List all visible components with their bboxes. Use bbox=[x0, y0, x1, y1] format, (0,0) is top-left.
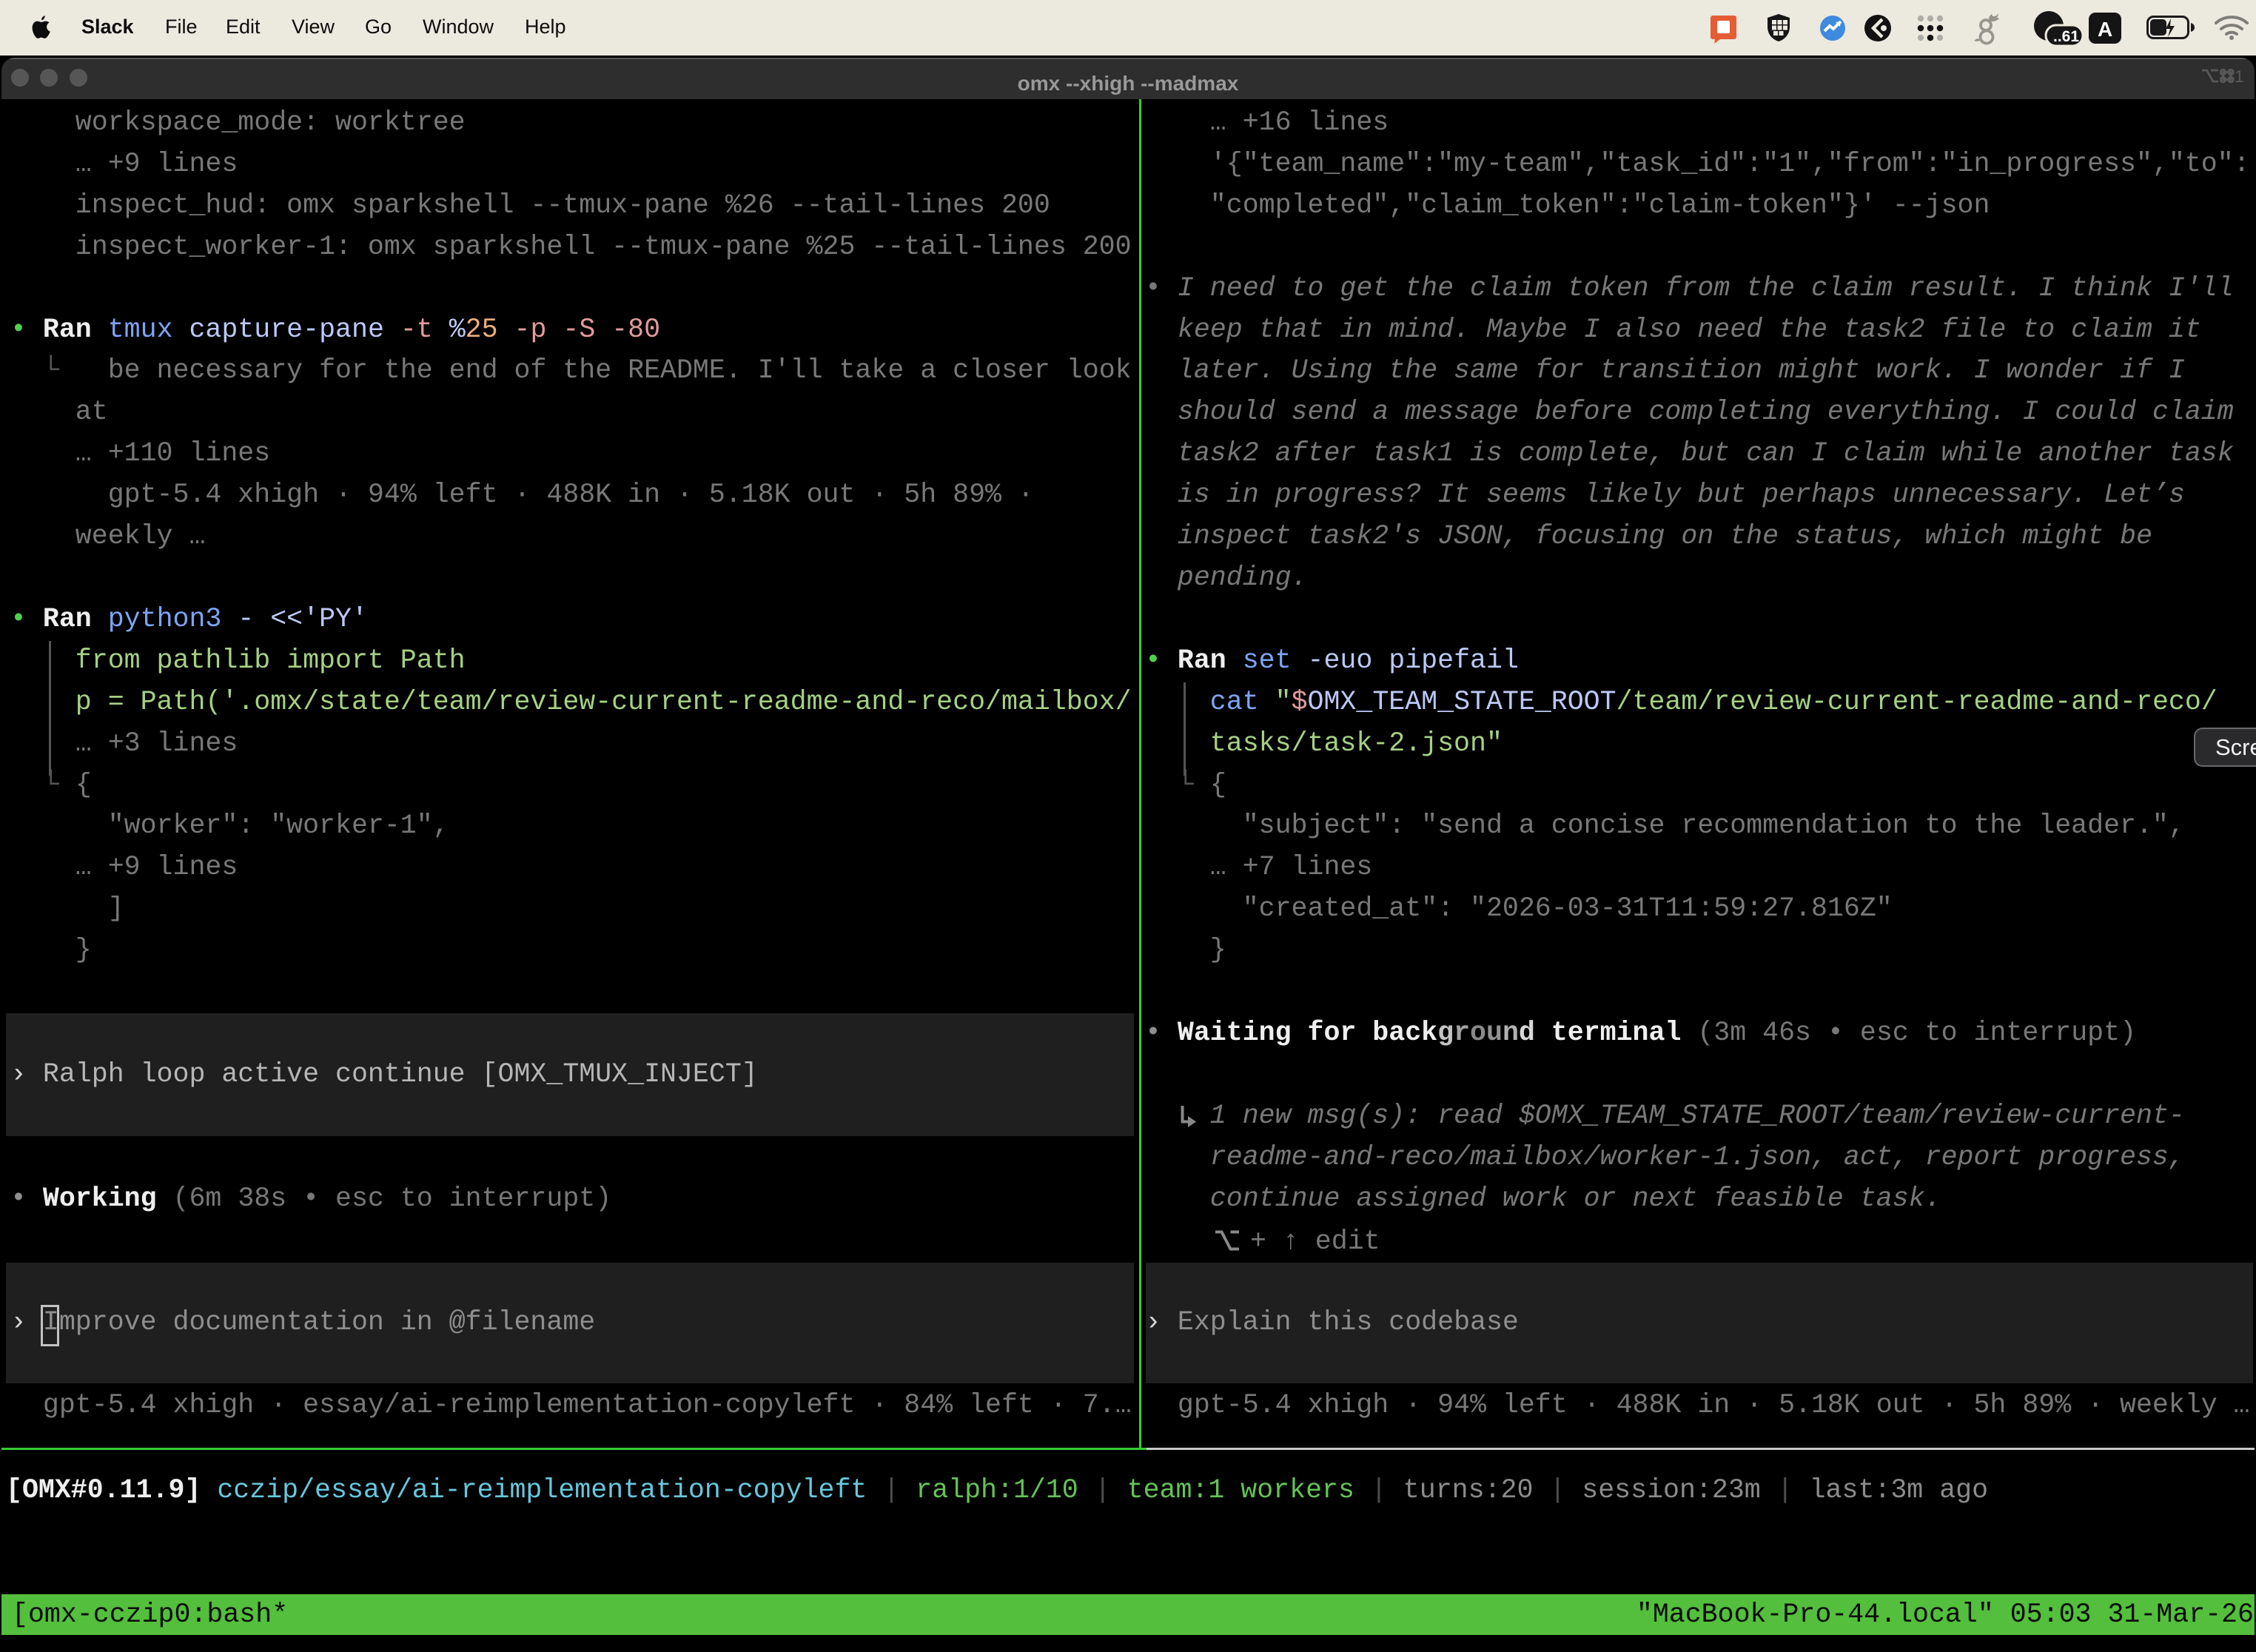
svg-text:1: 1 bbox=[2235, 67, 2244, 84]
svg-text:..61: ..61 bbox=[2053, 28, 2079, 45]
svg-text:A: A bbox=[2098, 18, 2112, 41]
